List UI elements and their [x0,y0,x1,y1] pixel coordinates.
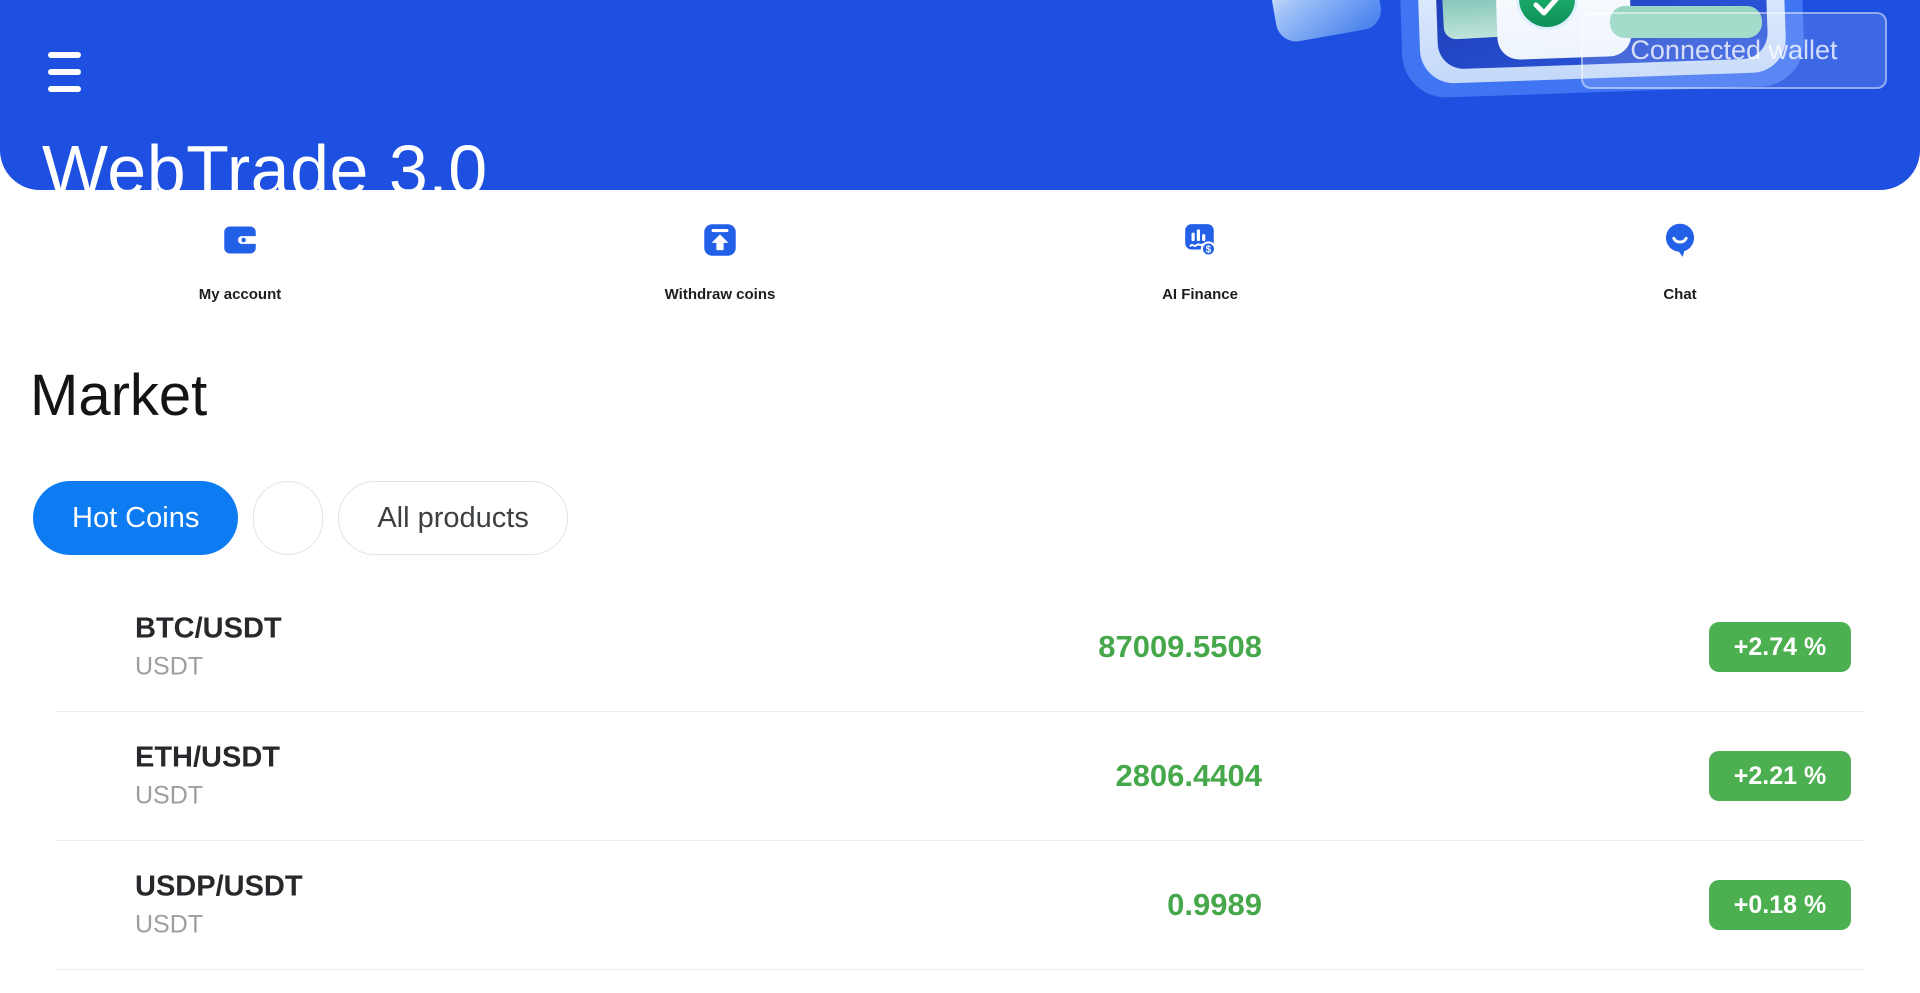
webtrade-app: Connected wallet WebTrade 3.0 My account [0,0,1920,993]
pair-name: ETH/USDT [135,742,280,775]
action-label: AI Finance [1162,286,1238,303]
action-chat[interactable]: Chat [1440,222,1920,303]
quote-asset: USDT [135,782,280,811]
tab-all-products[interactable]: All products [338,481,568,555]
pair-price: 2806.4404 [1115,758,1262,794]
pair-block: ETH/USDT USDT [135,742,280,811]
market-row-usdp-usdt[interactable]: USDP/USDT USDT 0.9989 +0.18 % [55,841,1864,970]
change-badge: +2.74 % [1709,622,1851,672]
tab-empty[interactable] [253,481,323,555]
market-row-eth-usdt[interactable]: ETH/USDT USDT 2806.4404 +2.21 % [55,712,1864,841]
withdraw-icon [702,222,738,258]
pair-name: BTC/USDT [135,613,282,646]
market-row-btc-usdt[interactable]: BTC/USDT USDT 87009.5508 +2.74 % [55,583,1864,712]
hamburger-icon [48,86,81,92]
app-wordmark: WebTrade 3.0 [42,130,488,190]
quick-actions: My account Withdraw coins [0,190,1920,303]
ai-finance-icon: $ [1182,222,1218,258]
connected-wallet-button[interactable]: Connected wallet [1581,12,1887,89]
pair-price: 87009.5508 [1098,629,1262,665]
pair-block: USDP/USDT USDT [135,871,303,940]
market-section: Market Hot Coins All products BTC/USDT U… [0,367,1920,970]
wallet-icon [222,222,258,258]
svg-text:$: $ [1206,245,1212,256]
quote-asset: USDT [135,911,303,940]
action-withdraw-coins[interactable]: Withdraw coins [480,222,960,303]
hamburger-icon [48,52,81,58]
pair-block: BTC/USDT USDT [135,613,282,682]
change-badge: +2.21 % [1709,751,1851,801]
app-header: Connected wallet WebTrade 3.0 [0,0,1920,190]
action-ai-finance[interactable]: $ AI Finance [960,222,1440,303]
tab-hot-coins[interactable]: Hot Coins [33,481,238,555]
action-label: Chat [1663,286,1696,303]
market-tabs: Hot Coins All products [33,481,1920,555]
chat-icon [1662,222,1698,258]
action-label: Withdraw coins [665,286,776,303]
hero-tile-icon [1266,0,1384,45]
change-badge: +0.18 % [1709,880,1851,930]
pair-name: USDP/USDT [135,871,303,904]
action-label: My account [199,286,282,303]
action-my-account[interactable]: My account [0,222,480,303]
quote-asset: USDT [135,653,282,682]
pair-price: 0.9989 [1167,887,1262,923]
menu-button[interactable] [48,52,81,92]
market-list: BTC/USDT USDT 87009.5508 +2.74 % ETH/USD… [55,583,1864,970]
hamburger-icon [48,69,81,75]
page-title: Market [30,367,1920,425]
